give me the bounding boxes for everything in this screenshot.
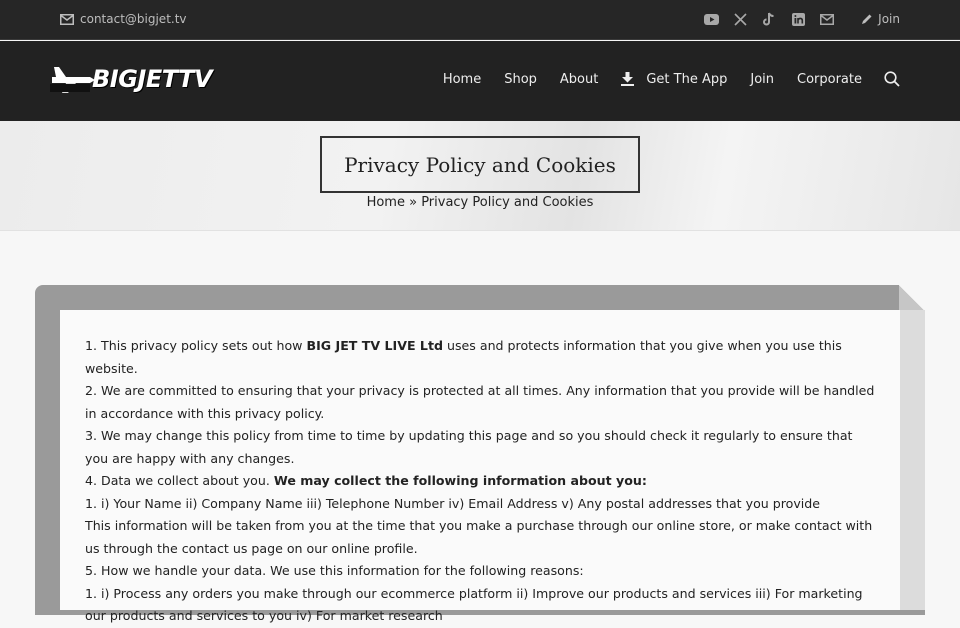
nav-get-the-app[interactable]: Get The App <box>621 72 727 87</box>
logo-text: BIGJETTV <box>92 65 213 93</box>
social-links: Join <box>690 11 900 27</box>
policy-paragraph: 1. i) Your Name ii) Company Name iii) Te… <box>85 495 821 511</box>
breadcrumb-separator: » <box>404 195 422 210</box>
breadcrumb: Home » Privacy Policy and Cookies <box>0 195 960 210</box>
nav-about[interactable]: About <box>560 72 598 87</box>
search-button[interactable] <box>884 71 900 87</box>
company-name: BIG JET TV LIVE Ltd <box>306 338 444 353</box>
mail-icon[interactable] <box>819 11 835 27</box>
policy-paragraph: 1. i) Process any orders you make throug… <box>85 585 863 624</box>
page-title-banner: Privacy Policy and Cookies Home » Privac… <box>0 121 960 231</box>
x-icon[interactable] <box>732 11 748 27</box>
nav-get-the-app-label: Get The App <box>646 71 728 87</box>
contact-email-link[interactable]: contact@bigjet.tv <box>60 12 187 26</box>
frame-right-shade <box>899 310 925 610</box>
collect-heading: We may collect the following information… <box>273 473 647 488</box>
download-icon <box>621 72 635 86</box>
site-header: BIGJETTV Home Shop About Get The App Joi… <box>0 41 960 121</box>
policy-paragraph: 2. We are committed to ensuring that you… <box>85 383 875 421</box>
nav-join[interactable]: Join <box>750 72 774 87</box>
nav-home[interactable]: Home <box>443 72 481 87</box>
policy-paragraph: 4. Data we collect about you. We may col… <box>85 473 647 488</box>
breadcrumb-current: Privacy Policy and Cookies <box>421 195 594 210</box>
site-logo[interactable]: BIGJETTV <box>50 63 260 99</box>
youtube-icon[interactable] <box>703 11 719 27</box>
nav-shop[interactable]: Shop <box>504 72 537 87</box>
policy-paragraph: 3. We may change this policy from time t… <box>85 428 853 466</box>
breadcrumb-home[interactable]: Home <box>367 195 405 210</box>
page-title: Privacy Policy and Cookies <box>320 136 640 193</box>
search-icon <box>884 71 900 87</box>
jet-logo-icon <box>50 67 95 93</box>
main-nav: Home Shop About Get The App Join Corpora… <box>420 71 900 87</box>
policy-paragraph: 5. How we handle your data. We use this … <box>85 563 584 578</box>
policy-paragraph: This information will be taken from you … <box>85 518 873 556</box>
contact-email-text: contact@bigjet.tv <box>80 12 187 26</box>
frame-corner-fold <box>899 285 925 311</box>
topbar-join-label: Join <box>878 12 900 26</box>
nav-corporate[interactable]: Corporate <box>797 72 862 87</box>
linkedin-icon[interactable] <box>790 11 806 27</box>
pencil-icon <box>862 14 872 24</box>
top-bar: contact@bigjet.tv Join <box>0 0 960 40</box>
mail-icon <box>60 13 74 25</box>
topbar-join-link[interactable]: Join <box>861 12 900 26</box>
policy-paragraph: 1. This privacy policy sets out how BIG … <box>85 338 842 376</box>
policy-content: 1. This privacy policy sets out how BIG … <box>60 310 900 623</box>
tiktok-icon[interactable] <box>761 11 777 27</box>
